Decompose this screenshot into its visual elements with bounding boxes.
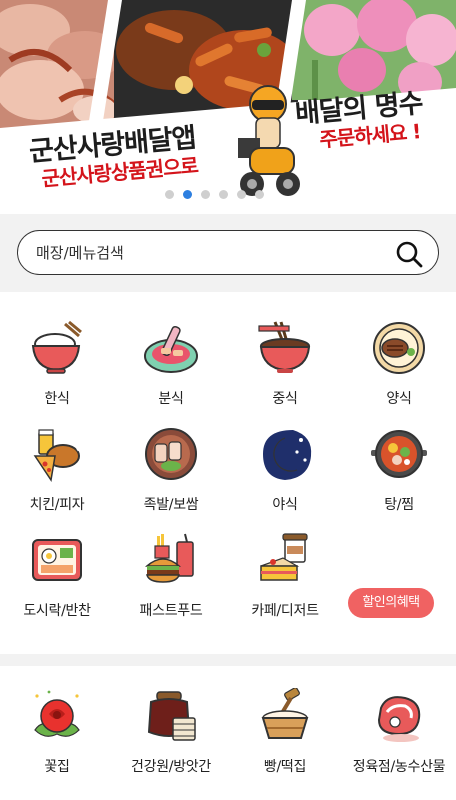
steak-plate-icon [373,322,425,374]
category-grid-shops: 꽃집 건강원/방앗간 빵/떡집 정육점/농수산물 [0,666,456,800]
delivery-rider-icon [238,85,300,196]
category-stew[interactable]: 탕/찜 [342,426,456,514]
carousel-dots [0,190,456,199]
rose-icon [34,690,80,737]
category-western[interactable]: 양식 [342,320,456,408]
category-label: 족발/보쌈 [143,497,199,513]
category-label: 양식 [386,391,412,407]
mortar-icon [261,688,309,739]
category-label: 건강원/방앗간 [131,759,211,775]
category-lunchbox[interactable]: 도시락/반찬 [0,532,114,620]
category-bakery[interactable]: 빵/떡집 [228,688,342,776]
carousel-dot[interactable] [164,190,174,199]
meat-icon [377,696,421,742]
category-fastfood[interactable]: 패스트푸드 [114,532,228,620]
search-input[interactable] [36,242,376,264]
category-label: 분식 [158,391,184,407]
category-chicken-pizza[interactable]: 치킨/피자 [0,426,114,514]
category-label: 중식 [272,391,298,407]
pork-plate-icon [145,428,197,480]
rice-bowl-icon [31,320,82,374]
category-label: 도시락/반찬 [23,603,91,619]
carousel-dot[interactable] [236,190,246,199]
promo-banner[interactable]: 군산사랑배달앱 군산사랑상품권으로 배달의 명수 주문하세요 ! [0,0,456,214]
banner-headline-right: 배달의 명수 주문하세요 ! [294,88,426,154]
category-butcher[interactable]: 정육점/농수산물 [342,688,456,776]
category-label: 카페/디저트 [251,603,319,619]
carousel-dot-active[interactable] [182,190,192,199]
crescent-moon-icon [263,430,312,480]
category-label: 한식 [44,391,70,407]
category-label: 패스트푸드 [139,603,203,619]
category-label: 빵/떡집 [263,759,307,775]
category-label: 탕/찜 [384,497,414,513]
category-flower[interactable]: 꽃집 [0,688,114,776]
search-section [0,214,456,292]
category-label: 야식 [272,497,298,513]
tteokbokki-icon [144,325,198,373]
category-korean[interactable]: 한식 [0,320,114,408]
category-label: 꽃집 [44,759,70,775]
category-grid: 한식 분식 중식 양식 치킨/피자 족발/보쌈 야식 탕/찜 도시락/반찬 패스… [0,292,456,654]
category-chinese[interactable]: 중식 [228,320,342,408]
section-divider [0,654,456,666]
coffee-cake-icon [260,533,308,581]
category-late-night[interactable]: 야식 [228,426,342,514]
chicken-pizza-icon [33,429,84,482]
honey-jar-icon [147,691,196,741]
category-label: 치킨/피자 [29,497,85,513]
category-label: 정육점/농수산물 [352,759,446,775]
category-cafe[interactable]: 카페/디저트 [228,532,342,620]
search-icon[interactable] [394,239,424,269]
lunchbox-icon [32,539,82,581]
search-bar[interactable] [17,230,439,275]
carousel-dot[interactable] [218,190,228,199]
hot-pot-icon [371,430,427,478]
carousel-dot[interactable] [254,190,264,199]
category-snack[interactable]: 분식 [114,320,228,408]
category-health[interactable]: 건강원/방앗간 [114,688,228,776]
burger-fries-icon [145,533,194,583]
category-pork[interactable]: 족발/보쌈 [114,426,228,514]
carousel-dot[interactable] [200,190,210,199]
noodle-bowl-icon [258,321,311,373]
discount-benefits-button[interactable]: 할인의혜택 [348,588,434,618]
